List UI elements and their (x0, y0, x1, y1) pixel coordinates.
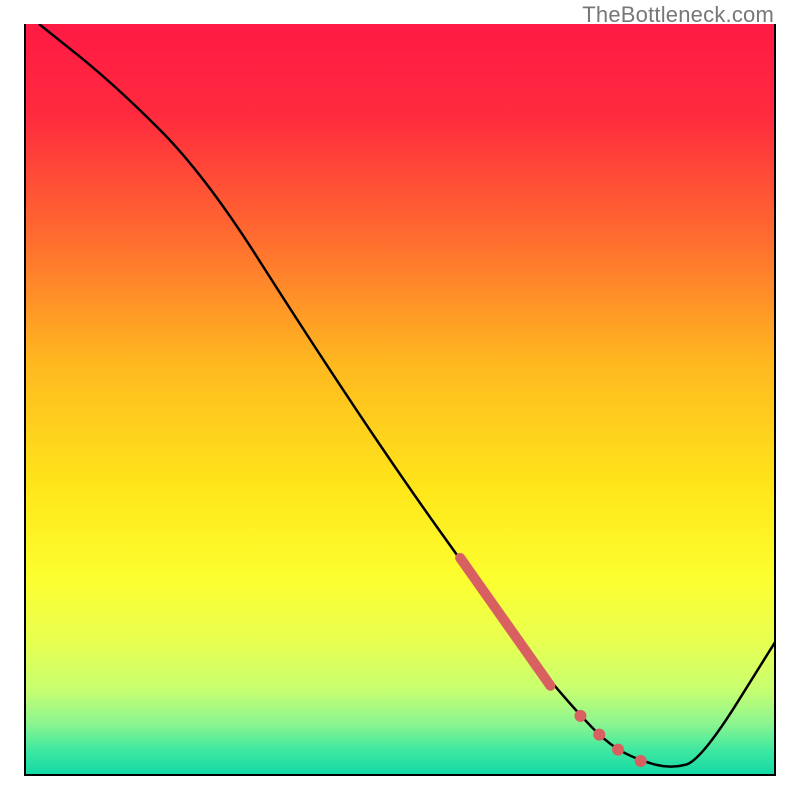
highlight-dot (635, 755, 647, 767)
highlight-dot (593, 729, 605, 741)
chart-svg (24, 24, 776, 776)
highlight-dot (612, 744, 624, 756)
plot-area (24, 24, 776, 776)
highlight-dot (574, 710, 586, 722)
gradient-background (24, 24, 776, 776)
bottleneck-chart: TheBottleneck.com (0, 0, 800, 800)
